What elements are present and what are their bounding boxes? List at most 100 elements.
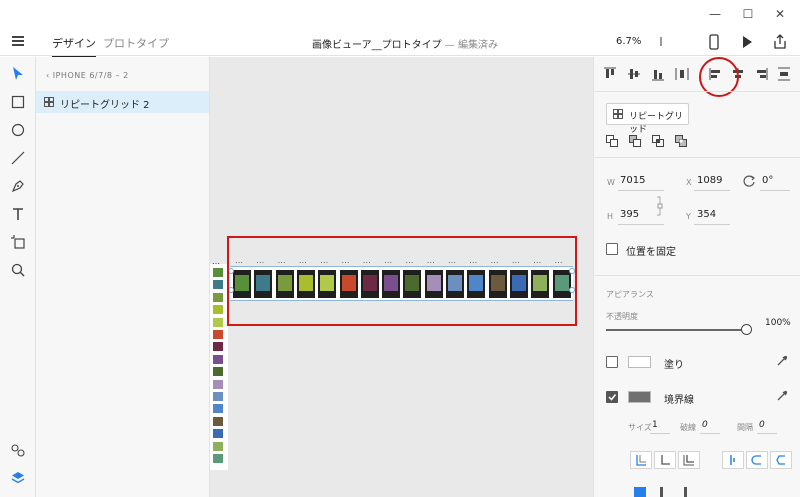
distribute-horizontal-icon[interactable] [675,67,689,81]
x-field[interactable]: 1089 [697,175,722,186]
join-bevel-button[interactable] [770,451,792,469]
boolean-add-icon[interactable] [606,135,618,147]
stroke-outside-button[interactable] [678,451,700,469]
y-field[interactable]: 354 [697,209,716,220]
app-header: デザイン プロトタイプ 画像ビューア__プロトタイプ — 編集済み 6.7% [0,28,800,58]
artboard-thumbnail [213,342,223,352]
rotation-field[interactable]: 0° [762,175,773,186]
eyedropper-icon[interactable] [776,390,788,405]
text-tool-icon[interactable] [10,206,26,222]
dash-underline [700,433,720,434]
artboard-thumbnail [213,280,223,290]
assets-icon[interactable] [10,442,26,458]
align-middle-icon[interactable] [627,67,641,81]
height-underline [618,224,664,225]
rectangle-tool-icon[interactable] [10,94,26,110]
annotation-highlight-box [227,236,577,326]
opacity-slider-thumb[interactable] [741,324,752,335]
artboard-tool-icon[interactable] [10,234,26,250]
border-size-underline [650,433,670,434]
play-icon[interactable] [739,34,755,50]
distribute-vertical-icon[interactable] [777,67,791,81]
share-icon[interactable] [772,34,788,50]
height-field[interactable]: 395 [620,209,639,220]
fix-position-label: 位置を固定 [626,247,676,258]
y-underline [694,224,730,225]
join-miter-button[interactable] [722,451,744,469]
boolean-intersect-icon[interactable] [652,135,664,147]
window-titlebar: — ☐ ✕ [0,0,800,28]
zoom-level[interactable]: 6.7% [616,36,641,47]
gap-field[interactable]: 0 [759,420,765,430]
document-title: 画像ビューア__プロトタイプ — 編集済み [312,36,498,51]
fill-checkbox[interactable] [606,356,618,368]
repeat-grid-button[interactable]: リピートグリッド [606,103,689,135]
chevron-left-icon[interactable]: ‹ [46,71,53,80]
width-field[interactable]: 7015 [620,175,645,186]
artboard-name: IPHONE 6/7/8 – 2 [52,71,129,80]
minimize-button[interactable]: — [705,6,725,22]
align-bottom-icon[interactable] [651,67,665,81]
artboard-thumbnail [213,367,223,377]
repeat-grid-icon [44,97,54,107]
select-tool-icon[interactable] [10,66,26,82]
cap-style-icon[interactable] [684,487,687,497]
maximize-button[interactable]: ☐ [738,6,758,22]
document-status: 編集済み [457,40,498,51]
tab-design[interactable]: デザイン [52,35,96,58]
join-round-button[interactable] [746,451,768,469]
property-inspector: リピートグリッド W 7015 X 1089 0° H 395 Y 354 位置… [593,57,800,497]
artboard-thumbnail [213,441,223,451]
design-canvas[interactable]: … ………………………………………… [210,57,593,497]
repeat-grid-icon [613,109,623,122]
pen-tool-icon[interactable] [10,178,26,194]
artboard-thumbnail [213,354,223,364]
artboard-thumbnail [213,330,223,339]
artboard-thumbnail [213,429,223,439]
layers-panel: ‹ IPHONE 6/7/8 – 2 リピートグリッド 2 [36,57,210,497]
artboard-thumbnail [213,292,223,302]
repeat-grid-label: リピートグリッド [629,112,684,135]
artboard-thumbnail [213,392,223,401]
document-name: 画像ビューア__プロトタイプ [312,40,442,51]
layers-icon[interactable] [10,470,26,486]
device-preview-icon[interactable] [706,34,722,50]
ellipse-tool-icon[interactable] [10,122,26,138]
border-checkbox[interactable] [606,391,618,403]
align-right-icon[interactable] [754,67,768,81]
boolean-exclude-icon[interactable] [675,135,687,147]
line-tool-icon[interactable] [10,150,26,166]
close-button[interactable]: ✕ [770,6,790,22]
title-separator: — [441,40,458,51]
opacity-slider-track[interactable] [606,329,746,331]
tool-bar [0,57,36,497]
artboard-iphone[interactable] [210,264,228,470]
zoom-tool-icon[interactable] [10,262,26,278]
cap-style-icon[interactable] [660,487,663,497]
lock-aspect-icon[interactable] [656,196,664,219]
align-top-icon[interactable] [603,67,617,81]
border-color-swatch[interactable] [628,391,651,403]
hamburger-menu-icon[interactable] [12,36,24,46]
tab-prototype[interactable]: プロトタイプ [103,35,169,51]
layer-item-repeat-grid[interactable]: リピートグリッド 2 [36,91,209,113]
fill-color-swatch[interactable] [628,356,651,368]
stroke-inside-button[interactable] [630,451,652,469]
eyedropper-icon[interactable] [776,355,788,370]
opacity-value[interactable]: 100% [765,318,791,328]
rotation-underline [760,190,790,191]
zoom-dropdown-icon[interactable] [660,37,662,46]
breadcrumb[interactable]: ‹ IPHONE 6/7/8 – 2 [46,71,129,80]
x-underline [694,190,730,191]
stroke-center-button[interactable] [654,451,676,469]
layer-label: リピートグリッド 2 [60,100,150,111]
cap-style-icon[interactable] [634,487,646,497]
artboard-thumbnail [213,379,223,389]
dash-field[interactable]: 0 [702,420,708,430]
fix-position-checkbox[interactable] [606,243,618,255]
boolean-subtract-icon[interactable] [629,135,641,147]
border-size-field[interactable]: 1 [652,420,658,430]
dash-label: 破線 [680,423,696,432]
border-label: 境界線 [664,395,694,406]
fill-label: 塗り [664,360,684,371]
